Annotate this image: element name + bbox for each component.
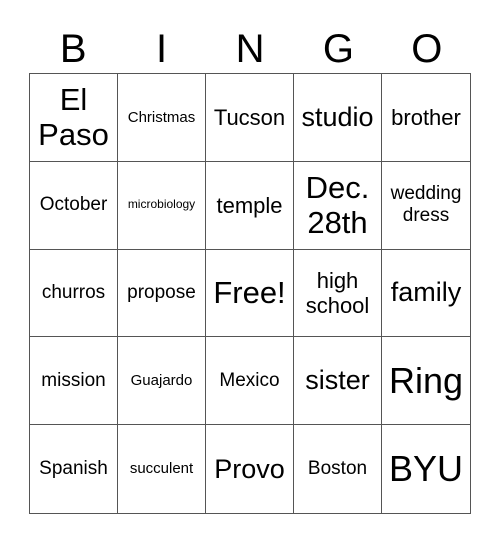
bingo-cell[interactable]: Boston (294, 425, 382, 513)
bingo-header: B I N G O (29, 24, 471, 74)
bingo-cell[interactable]: brother (382, 74, 470, 162)
bingo-cell[interactable]: wedding dress (382, 162, 470, 250)
bingo-cell[interactable]: Provo (206, 425, 294, 513)
header-letter-i: I (156, 27, 168, 71)
bingo-cell[interactable]: mission (30, 337, 118, 426)
bingo-cell[interactable]: temple (206, 161, 294, 250)
bingo-cell[interactable]: studio (294, 74, 382, 162)
free-space-cell[interactable]: Free! (206, 249, 294, 338)
bingo-cell[interactable]: propose (118, 249, 206, 338)
bingo-cell[interactable]: Christmas (118, 74, 206, 162)
header-letter-g: G (322, 27, 354, 71)
bingo-cell[interactable]: Mexico (206, 337, 294, 426)
bingo-cell[interactable]: Tucson (206, 74, 294, 162)
header-letter-n: N (235, 27, 265, 71)
header-letter-o: O (411, 27, 443, 71)
bingo-cell[interactable]: BYU (382, 425, 470, 513)
header-letter-b: B (59, 27, 87, 71)
bingo-cell[interactable]: Spanish (30, 425, 118, 513)
bingo-cell[interactable]: sister (294, 337, 382, 426)
bingo-cell[interactable]: El Paso (30, 74, 118, 162)
bingo-card-grid: El Paso Christmas Tucson studio brother … (29, 73, 471, 514)
bingo-cell[interactable]: family (382, 250, 470, 338)
bingo-cell[interactable]: Guajardo (118, 337, 206, 426)
bingo-cell[interactable]: Dec. 28th (294, 161, 382, 250)
bingo-cell[interactable]: microbiology (118, 161, 206, 250)
bingo-cell[interactable]: churros (30, 249, 118, 338)
bingo-cell[interactable]: succulent (118, 425, 206, 513)
bingo-cell[interactable]: high school (294, 249, 382, 338)
bingo-cell[interactable]: October (30, 161, 118, 250)
bingo-cell[interactable]: Ring (382, 337, 470, 426)
